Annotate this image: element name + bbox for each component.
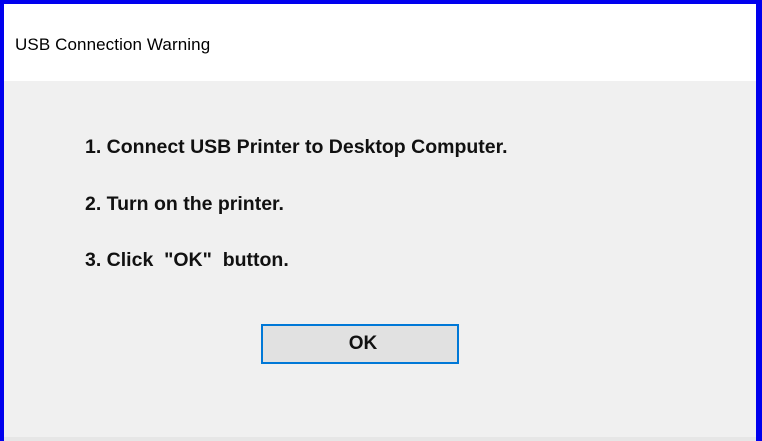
ok-button[interactable]: OK (261, 324, 459, 364)
title-bar: USB Connection Warning (4, 4, 756, 81)
instruction-step-2: 2. Turn on the printer. (85, 193, 284, 215)
instruction-step-3: 3. Click "OK" button. (85, 249, 289, 271)
ok-button-label: OK (348, 333, 378, 354)
dialog-bottom-edge (4, 437, 756, 441)
dialog-content: 1. Connect USB Printer to Desktop Comput… (4, 81, 756, 441)
dialog-title: USB Connection Warning (15, 35, 211, 54)
instruction-step-1: 1. Connect USB Printer to Desktop Comput… (85, 136, 508, 158)
usb-connection-warning-dialog: USB Connection Warning 1. Connect USB Pr… (0, 0, 762, 441)
